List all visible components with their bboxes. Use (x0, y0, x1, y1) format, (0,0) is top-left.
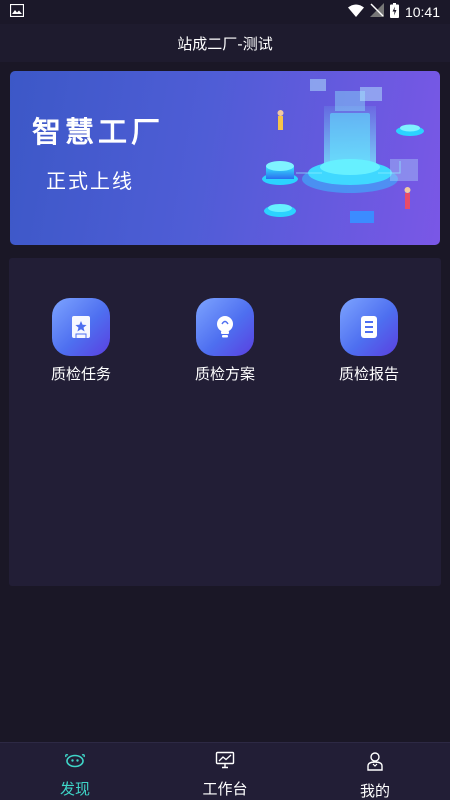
status-bar: 10:41 (0, 0, 450, 24)
bookmark-star-icon (52, 298, 110, 356)
feature-label: 质检任务 (50, 365, 111, 383)
lightbulb-icon (196, 298, 254, 356)
battery-charging-icon (389, 2, 399, 22)
no-signal-icon (369, 3, 384, 21)
feature-item-quality-task[interactable]: 质检任务 (31, 298, 131, 388)
nav-label-mine: 我的 (359, 782, 390, 800)
app-header: 站成二厂-测试 (0, 24, 450, 62)
feature-item-quality-report[interactable]: 质检报告 (319, 298, 419, 388)
nav-label-workbench: 工作台 (202, 780, 248, 798)
smart-factory-illustration (262, 79, 424, 223)
monitor-chart-icon (215, 751, 235, 773)
page-title: 站成二厂-测试 (177, 34, 273, 53)
nav-item-discover[interactable]: 发现 (0, 743, 150, 800)
nav-label-discover: 发现 (59, 780, 90, 798)
image-icon (9, 3, 25, 21)
nav-item-workbench[interactable]: 工作台 (150, 743, 300, 800)
person-icon (366, 751, 384, 775)
bottom-nav: 发现 工作台 我的 (0, 742, 450, 800)
feature-panel: 质检任务 质检方案 质检报告 (9, 258, 441, 586)
document-icon (340, 298, 398, 356)
status-time: 10:41 (404, 4, 440, 20)
banner-subtitle: 正式上线 (46, 169, 134, 193)
feature-label: 质检报告 (338, 365, 399, 383)
wifi-icon (347, 4, 364, 21)
discover-icon (64, 751, 86, 773)
feature-label: 质检方案 (194, 365, 255, 383)
banner[interactable]: 智慧工厂 正式上线 (10, 71, 440, 245)
banner-title: 智慧工厂 (32, 115, 165, 149)
nav-item-mine[interactable]: 我的 (300, 743, 450, 800)
feature-item-quality-plan[interactable]: 质检方案 (175, 298, 275, 388)
